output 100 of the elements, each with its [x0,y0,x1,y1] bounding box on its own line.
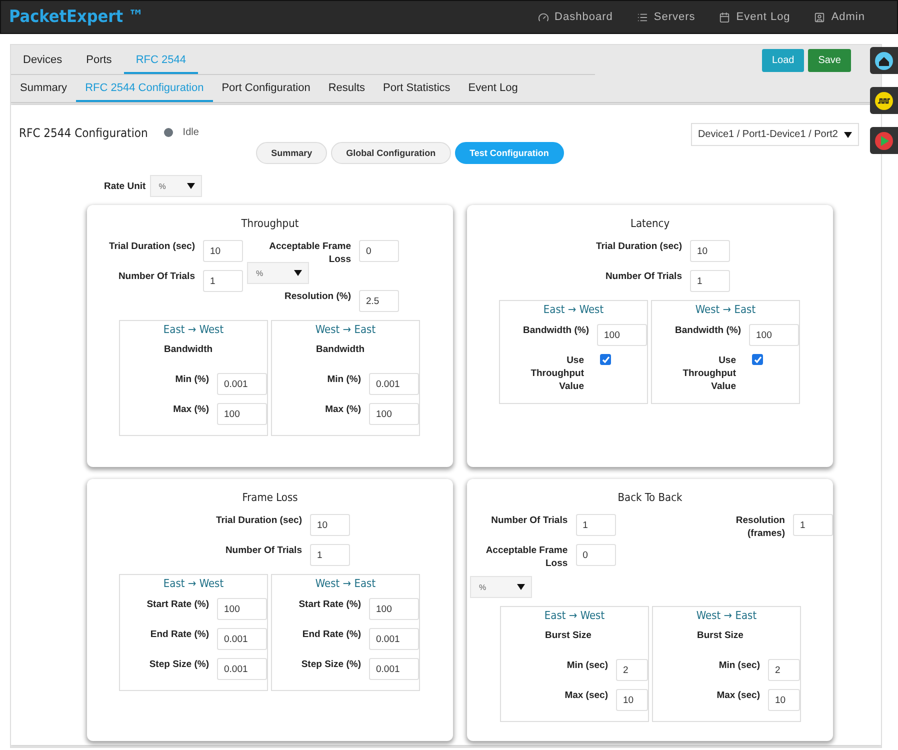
input-field[interactable]: 2 [768,659,800,681]
field-label: Min (%) [326,373,361,386]
direction-title: East → West [543,609,606,622]
input-field[interactable]: 1 [310,544,350,566]
field-label: Max (%) [172,403,209,416]
nav-icon [719,12,730,22]
input-field[interactable]: 0.001 [369,628,419,650]
wave-icon[interactable] [870,87,898,114]
input-field[interactable]: 100 [597,324,647,346]
field-label: Bandwidth (%) [674,324,741,337]
nav-link[interactable]: Servers [636,11,696,23]
input-field[interactable]: 10 [768,689,800,711]
pill-tab[interactable]: Summary [256,142,328,164]
checkbox-label: Use Throughput Value [682,354,736,393]
nav-link[interactable]: Dashboard [538,11,613,23]
card-title: Frame Loss [241,491,299,504]
input-field[interactable]: 0.001 [369,658,419,680]
pill-tab[interactable]: Global Configuration [331,142,451,164]
field-label: Resolution (frames) [734,514,785,540]
section-heading: Bandwidth [316,344,366,355]
section-heading: Burst Size [545,630,592,641]
tab[interactable]: Port Configuration [212,75,320,102]
nav-link[interactable]: Event Log [719,11,790,23]
field-label: Start Rate (%) [298,598,361,611]
field-label: Min (sec) [566,659,608,672]
unit-select[interactable]: % [470,576,532,598]
input-field[interactable]: 10 [310,514,350,536]
input-field[interactable]: 100 [369,403,419,425]
caret-icon [517,584,525,590]
play-icon[interactable] [870,127,898,154]
input-field[interactable]: 1 [203,270,243,292]
checkbox-label: Use Throughput Value [530,354,584,393]
panel-title: RFC 2544 Configuration [19,126,148,140]
caret-icon [844,132,852,138]
tab[interactable]: Port Statistics [374,75,460,102]
input-field[interactable]: 2.5 [359,290,399,312]
direction-title: East → West [162,323,225,336]
field-label: Step Size (%) [148,658,209,671]
tab[interactable]: Event Log [459,75,527,102]
field-label: Min (%) [174,373,209,386]
input-field[interactable]: 10 [616,689,648,711]
input-field[interactable]: 100 [217,598,267,620]
input-field[interactable]: 100 [749,324,799,346]
caret-icon [294,270,302,276]
input-field[interactable]: 1 [690,270,730,292]
nav-link[interactable]: Admin [814,11,865,23]
card-title: Latency [629,217,671,230]
input-field[interactable]: 0 [359,240,399,262]
input-field[interactable]: 100 [217,403,267,425]
status-dot [164,128,173,137]
field-label: Number Of Trials [491,514,568,527]
nav-icon [814,12,826,22]
input-field[interactable]: 0.001 [369,373,419,395]
caret-icon [186,183,195,189]
field-label: Number Of Trials [604,270,682,283]
action-button[interactable]: Save [808,49,851,72]
input-field[interactable]: 10 [203,240,243,262]
input-field[interactable]: 0 [576,544,616,566]
direction-title: West → East [314,577,377,590]
input-field[interactable]: 2 [616,659,648,681]
direction-title: East → West [542,303,605,316]
nav-icon [538,12,549,22]
field-label: Min (sec) [718,659,760,672]
field-label: Bandwidth (%) [522,324,589,337]
tab[interactable]: Devices [11,47,74,74]
input-field[interactable]: 0.001 [217,373,267,395]
direction-title: West → East [694,303,757,316]
brand-logo[interactable]: PacketExpert ™ [9,7,538,27]
input-field[interactable]: 0.001 [217,658,267,680]
field-label: Step Size (%) [300,658,361,671]
field-label: Rate Unit [104,180,146,192]
field-label: End Rate (%) [301,628,361,641]
tab[interactable]: Ports [74,47,124,74]
field-label: Start Rate (%) [146,598,209,611]
direction-title: East → West [162,577,225,590]
field-label: Max (%) [324,403,361,416]
section-heading: Burst Size [697,630,744,641]
unit-select[interactable]: % [247,262,309,284]
input-field[interactable]: 1 [576,514,616,536]
checkbox[interactable] [600,354,611,365]
field-label: Max (sec) [564,689,608,702]
input-field[interactable]: 10 [690,240,730,262]
tab[interactable]: Summary [11,75,76,102]
direction-title: West → East [314,323,377,336]
field-label: Resolution (%) [284,290,351,303]
input-field[interactable]: 100 [369,598,419,620]
field-label: Acceptable Frame Loss [484,544,568,570]
tab[interactable]: Results [319,75,374,102]
unit-select[interactable]: % [150,175,202,197]
field-label: Number Of Trials [224,544,302,557]
section-heading: Bandwidth [164,344,214,355]
input-field[interactable]: 1 [793,514,833,536]
port-select[interactable]: Device1 / Port1-Device1 / Port2 [690,123,859,146]
home-icon[interactable] [870,47,898,74]
input-field[interactable]: 0.001 [217,628,267,650]
field-label: Trial Duration (sec) [108,240,195,253]
checkbox[interactable] [752,354,763,365]
field-label: Max (sec) [716,689,760,702]
field-label: End Rate (%) [149,628,209,641]
field-label: Trial Duration (sec) [594,240,682,253]
